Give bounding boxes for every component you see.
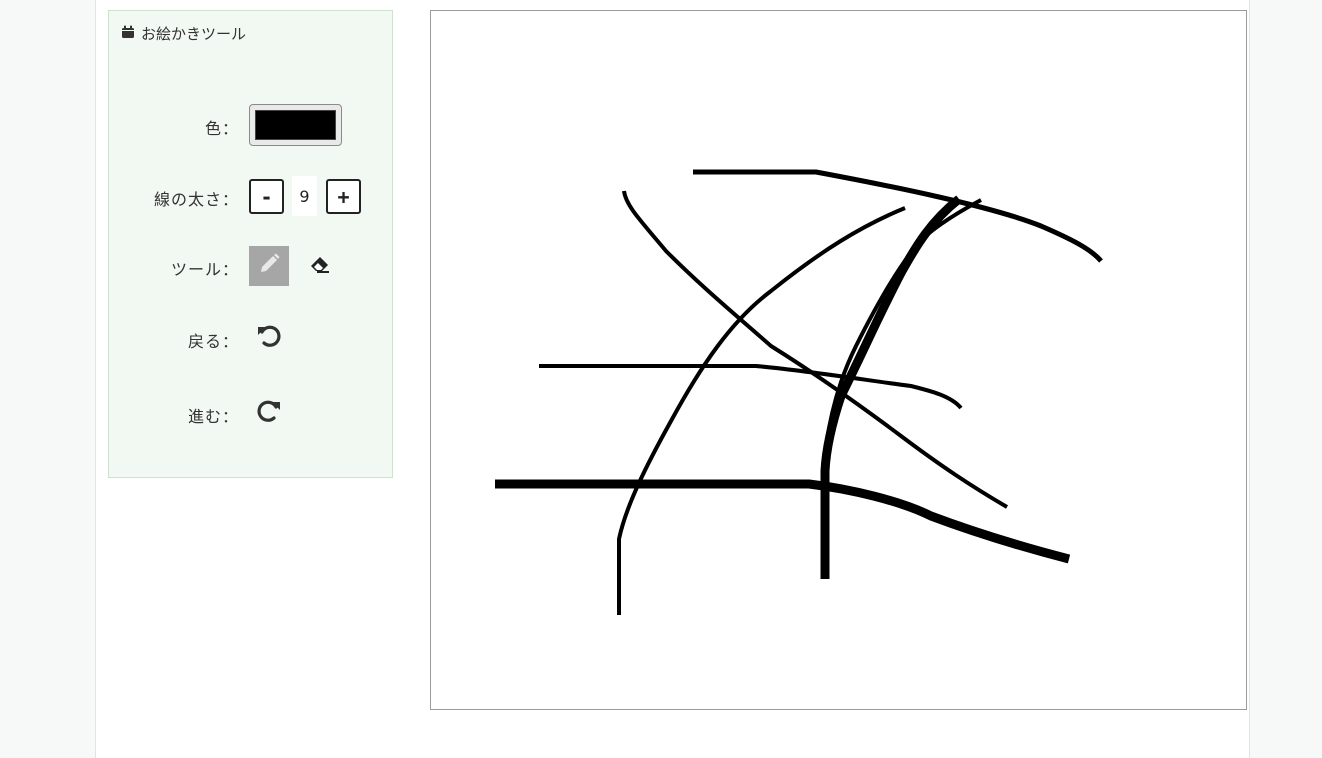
stroke-2	[622, 190, 1009, 509]
color-swatch-fill	[255, 110, 336, 140]
redo-label: 進む：	[187, 407, 239, 426]
redo-button[interactable]	[249, 393, 289, 433]
line-width-label: 線の太さ：	[153, 190, 239, 209]
stroke-1	[693, 169, 1103, 263]
tool-label: ツール：	[170, 260, 239, 279]
redo-icon	[256, 398, 282, 428]
calendar-icon	[121, 25, 135, 43]
stroke-5	[824, 198, 982, 466]
undo-button[interactable]	[249, 318, 289, 358]
stroke-7	[495, 479, 1071, 564]
eraser-icon	[309, 254, 331, 278]
undo-icon	[256, 323, 282, 353]
stroke-3	[617, 206, 906, 615]
pencil-icon	[258, 253, 280, 279]
pencil-tool-button[interactable]	[249, 246, 289, 286]
eraser-tool-button[interactable]	[300, 246, 340, 286]
color-label: 色：	[204, 119, 239, 138]
panel-title: お絵かきツール	[141, 25, 247, 43]
line-width-decrement-button[interactable]: -	[249, 179, 284, 214]
stroke-4	[539, 364, 963, 410]
panel-header: お絵かきツール	[121, 23, 246, 44]
line-width-increment-button[interactable]: +	[326, 179, 361, 214]
drawing-strokes	[495, 169, 1103, 615]
line-width-value: 9	[292, 176, 317, 216]
drawing-canvas[interactable]	[430, 10, 1247, 710]
color-picker[interactable]	[249, 104, 342, 146]
undo-label: 戻る：	[187, 332, 239, 351]
drawing-tool-panel: お絵かきツール 色： 線の太さ： - 9 + ツール： 戻る： 進む：	[108, 10, 393, 478]
